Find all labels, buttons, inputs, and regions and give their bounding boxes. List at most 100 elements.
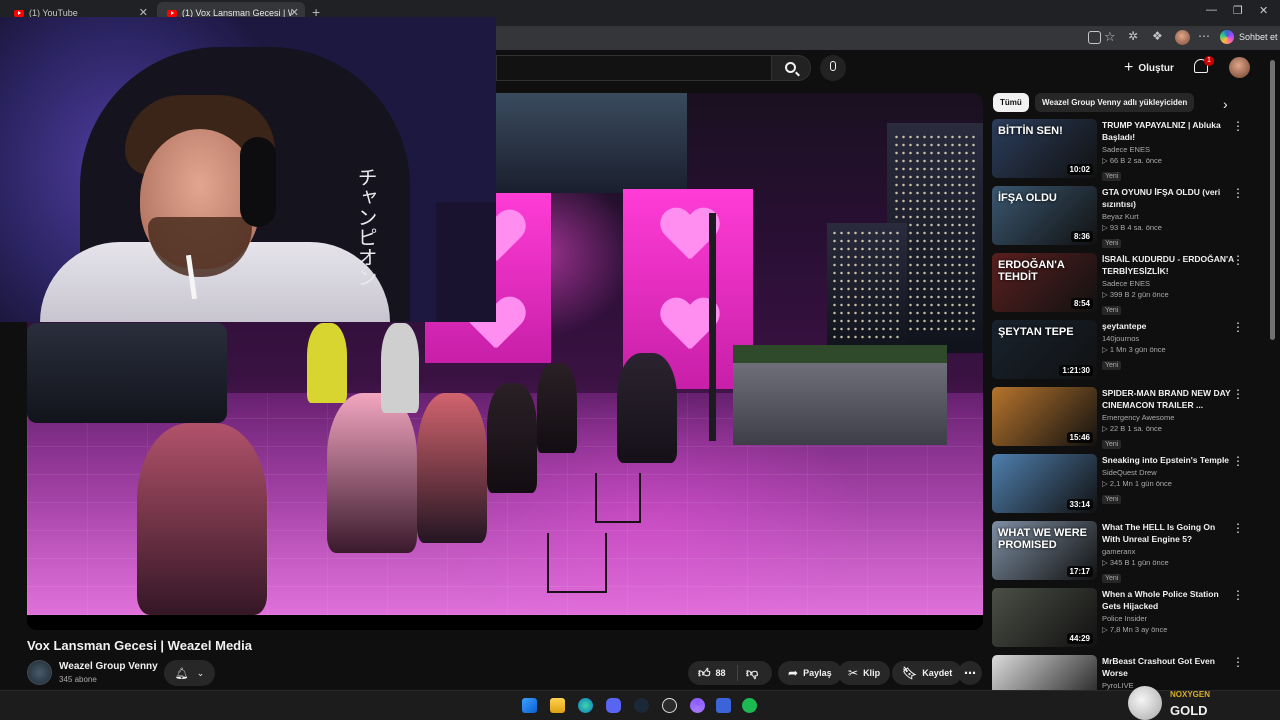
channel-avatar[interactable]: [27, 660, 52, 685]
more-options-icon[interactable]: ⋮: [1232, 521, 1244, 535]
youtube-favicon-icon: [167, 9, 177, 17]
recommended-channel-name[interactable]: PyroLIVE: [1102, 681, 1234, 690]
voice-search-button[interactable]: [820, 55, 846, 81]
profile-avatar[interactable]: [1175, 30, 1190, 45]
notification-badge: 1: [1204, 56, 1214, 66]
recommended-video[interactable]: ŞEYTAN TEPE 1:21:30 şeytantepe 140journos ▷ …: [992, 320, 1254, 382]
app-blue-icon[interactable]: [716, 698, 731, 713]
video-thumbnail[interactable]: İFŞA OLDU 8:36: [992, 186, 1097, 245]
minimize-icon[interactable]: —: [1206, 4, 1217, 16]
recommended-video[interactable]: İFŞA OLDU 8:36 GTA OYUNU İFŞA OLDU (veri s…: [992, 186, 1254, 248]
recommended-channel-name[interactable]: 140journos: [1102, 334, 1234, 343]
recommended-video-title[interactable]: SPIDER-MAN BRAND NEW DAY CINEMACON TRAIL…: [1102, 387, 1234, 411]
recommended-video-title[interactable]: Sneaking into Epstein's Temple: [1102, 454, 1234, 466]
recommended-video-title[interactable]: GTA OYUNU İFŞA OLDU (veri sızıntısı): [1102, 186, 1234, 210]
recommended-video-title[interactable]: What The HELL Is Going On With Unreal En…: [1102, 521, 1234, 545]
chip-all[interactable]: Tümü: [993, 93, 1029, 112]
recommended-channel-name[interactable]: Police Insider: [1102, 614, 1234, 623]
noxygen-logo: [1128, 686, 1162, 720]
recommended-video[interactable]: BİTTİN SEN! 10:02 TRUMP YAPAYALNIZ | Abluk…: [992, 119, 1254, 181]
extensions-icon[interactable]: ✲: [1128, 29, 1138, 43]
close-window-icon[interactable]: ✕: [1259, 4, 1268, 17]
video-thumbnail[interactable]: ŞEYTAN TEPE 1:21:30: [992, 320, 1097, 379]
steam-icon[interactable]: [634, 698, 649, 713]
recommended-channel-name[interactable]: SideQuest Drew: [1102, 468, 1234, 477]
chevron-right-icon[interactable]: ›: [1223, 96, 1228, 112]
more-options-icon[interactable]: ⋮: [1232, 387, 1244, 401]
chip-from-uploader[interactable]: Weazel Group Venny adlı yükleyiciden: [1035, 93, 1195, 112]
bell-icon: 🔔︎: [174, 667, 189, 680]
bookmarks-icon[interactable]: ❖: [1152, 29, 1163, 43]
thumbnail-text: BİTTİN SEN!: [998, 125, 1063, 137]
more-options-icon[interactable]: ⋮: [1232, 253, 1244, 267]
like-button[interactable]: 👍︎ 88: [688, 665, 738, 681]
duration-badge: 8:36: [1070, 231, 1093, 242]
recommended-video-title[interactable]: TRUMP YAPAYALNIZ | Abluka Başladı!: [1102, 119, 1234, 143]
more-options-icon[interactable]: ⋮: [1232, 186, 1244, 200]
file-explorer-icon[interactable]: [550, 698, 565, 713]
more-options-icon[interactable]: ⋮: [1232, 320, 1244, 334]
more-options-icon[interactable]: ⋮: [1232, 588, 1244, 602]
recommended-video-title[interactable]: When a Whole Police Station Gets Hijacke…: [1102, 588, 1234, 612]
save-label: Kaydet: [922, 668, 953, 678]
recommended-video[interactable]: 15:46 SPIDER-MAN BRAND NEW DAY CINEMACON …: [992, 387, 1254, 449]
recommended-video-title[interactable]: MrBeast Crashout Got Even Worse: [1102, 655, 1234, 679]
video-meta: TRUMP YAPAYALNIZ | Abluka Başladı! Sadece…: [1102, 119, 1234, 183]
thumbnail-text: WHAT WE WERE PROMISED: [998, 527, 1088, 551]
menu-dots-icon[interactable]: ⋯: [1198, 29, 1210, 43]
search-input[interactable]: [496, 55, 772, 81]
obs-icon[interactable]: [662, 698, 677, 713]
recommended-channel-name[interactable]: Beyaz Kurt: [1102, 212, 1234, 221]
like-dislike-bar: 👍︎ 88 👎︎: [688, 661, 772, 685]
recommended-channel-name[interactable]: Sadece ENES: [1102, 145, 1234, 154]
search-button[interactable]: [771, 55, 811, 81]
create-button[interactable]: + Oluştur: [1124, 58, 1174, 78]
dislike-button[interactable]: 👎︎: [738, 666, 758, 681]
spotify-icon[interactable]: [742, 698, 757, 713]
copilot-button[interactable]: Sohbet et: [1220, 30, 1278, 44]
app-purple-icon[interactable]: [690, 698, 705, 713]
recommended-video-title[interactable]: şeytantepe: [1102, 320, 1234, 332]
scrollbar[interactable]: [1270, 60, 1275, 340]
video-thumbnail[interactable]: 15:46: [992, 387, 1097, 446]
view-stats: ▷ 1 Mn 3 gün önce: [1102, 345, 1166, 354]
subscription-bell-button[interactable]: 🔔︎ ⌄: [164, 660, 215, 686]
more-options-icon[interactable]: ⋮: [1232, 119, 1244, 133]
video-thumbnail[interactable]: 44:29: [992, 588, 1097, 647]
apps-icon[interactable]: [1088, 31, 1101, 44]
more-actions-button[interactable]: ⋯: [958, 661, 982, 685]
discord-icon[interactable]: [606, 698, 621, 713]
chair-japanese-text: チャンピオン: [354, 167, 378, 287]
user-avatar[interactable]: [1229, 57, 1250, 78]
video-meta: MrBeast Crashout Got Even Worse PyroLIVE: [1102, 655, 1234, 690]
more-options-icon[interactable]: ⋮: [1232, 655, 1244, 669]
recommended-video[interactable]: 44:29 When a Whole Police Station Gets Hi…: [992, 588, 1254, 650]
clip-label: Klip: [863, 668, 881, 678]
recommended-channel-name[interactable]: Emergency Awesome: [1102, 413, 1234, 422]
taskbar: [0, 690, 1280, 720]
save-button[interactable]: 🔖︎ Kaydet: [892, 661, 963, 685]
video-thumbnail[interactable]: ERDOĞAN'A TEHDİT 8:54: [992, 253, 1097, 312]
recommended-channel-name[interactable]: gameranx: [1102, 547, 1234, 556]
windows-start-icon[interactable]: [522, 698, 537, 713]
video-progress-bar[interactable]: [27, 615, 983, 630]
clip-button[interactable]: ✂ Klip: [838, 661, 891, 685]
billboard-wall: [487, 93, 687, 193]
share-button[interactable]: ➦ Paylaş: [778, 661, 842, 685]
video-meta: When a Whole Police Station Gets Hijacke…: [1102, 588, 1234, 634]
more-options-icon[interactable]: ⋮: [1232, 454, 1244, 468]
video-thumbnail[interactable]: WHAT WE WERE PROMISED 17:17: [992, 521, 1097, 580]
video-thumbnail[interactable]: BİTTİN SEN! 10:02: [992, 119, 1097, 178]
recommended-video[interactable]: 33:14 Sneaking into Epstein's Temple SideQ…: [992, 454, 1254, 516]
recommended-video[interactable]: WHAT WE WERE PROMISED 17:17 What The HELL …: [992, 521, 1254, 583]
video-thumbnail[interactable]: 33:14: [992, 454, 1097, 513]
recommended-video-title[interactable]: İSRAİL KUDURDU - ERDOĞAN'A TERBİYESİZLİK…: [1102, 253, 1234, 277]
subscriber-count: 345 abone: [59, 675, 97, 684]
channel-name[interactable]: Weazel Group Venny: [59, 661, 158, 672]
recommended-video[interactable]: ERDOĞAN'A TEHDİT 8:54 İSRAİL KUDURDU - ERD…: [992, 253, 1254, 315]
star-icon[interactable]: ☆: [1104, 29, 1116, 45]
copilot-icon: [1220, 30, 1234, 44]
maximize-icon[interactable]: ❐: [1233, 4, 1243, 17]
edge-icon[interactable]: [578, 698, 593, 713]
recommended-channel-name[interactable]: Sadece ENES: [1102, 279, 1234, 288]
